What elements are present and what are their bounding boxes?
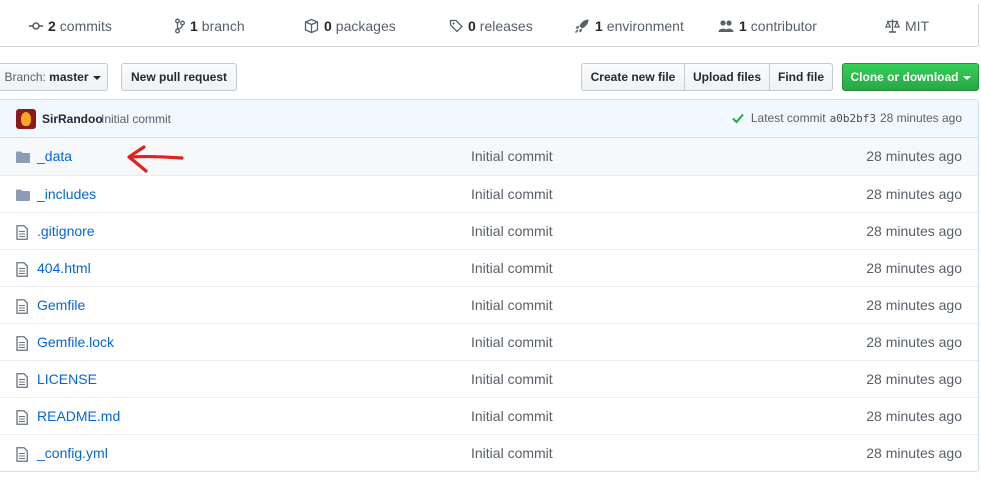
file-name-link[interactable]: Gemfile.lock bbox=[37, 334, 114, 350]
file-commit-age: 28 minutes ago bbox=[866, 408, 962, 424]
file-list: _data Initial commit 28 minutes ago _includ… bbox=[0, 138, 978, 471]
file-row[interactable]: 404.html Initial commit 28 minutes ago bbox=[0, 249, 978, 286]
latest-commit-prefix: Latest commit bbox=[750, 111, 826, 125]
file-commit-message-link[interactable]: Initial commit bbox=[471, 371, 553, 387]
contributors-link[interactable]: 1 contributor bbox=[718, 4, 817, 47]
file-name-link[interactable]: .gitignore bbox=[37, 223, 95, 239]
file-commit-age: 28 minutes ago bbox=[866, 223, 962, 239]
file-commit-message-link[interactable]: Initial commit bbox=[471, 408, 553, 424]
file-row[interactable]: Gemfile.lock Initial commit 28 minutes ago bbox=[0, 323, 978, 360]
branches-label: branch bbox=[201, 17, 245, 34]
file-commit-message-link[interactable]: Initial commit bbox=[471, 186, 553, 202]
file-commit-age: 28 minutes ago bbox=[866, 297, 962, 313]
file-commit-message-link[interactable]: Initial commit bbox=[471, 148, 553, 164]
annotation-arrow-icon bbox=[127, 145, 184, 173]
file-icon bbox=[16, 410, 28, 428]
tag-icon bbox=[449, 19, 463, 32]
branch-name: master bbox=[49, 70, 89, 84]
file-name-link[interactable]: 404.html bbox=[37, 260, 91, 276]
packages-label: packages bbox=[335, 17, 396, 34]
environments-label: environment bbox=[606, 17, 684, 34]
branches-count: 1 bbox=[190, 17, 198, 34]
file-commit-age: 28 minutes ago bbox=[866, 445, 962, 461]
file-name-link[interactable]: LICENSE bbox=[37, 371, 97, 387]
packages-count: 0 bbox=[324, 17, 332, 34]
upload-files-button[interactable]: Upload files bbox=[685, 63, 770, 91]
file-commit-message-link[interactable]: Initial commit bbox=[471, 260, 553, 276]
file-row[interactable]: Gemfile Initial commit 28 minutes ago bbox=[0, 286, 978, 323]
environments-count: 1 bbox=[595, 17, 603, 34]
folder-icon bbox=[16, 188, 30, 204]
repo-summary-bar: 2 commits 1 branch 0 packages 0 releases… bbox=[0, 4, 979, 47]
file-commit-message-link[interactable]: Initial commit bbox=[471, 334, 553, 350]
rocket-icon bbox=[575, 19, 589, 33]
package-icon bbox=[304, 18, 319, 33]
new-pull-request-button[interactable]: New pull request bbox=[121, 63, 237, 91]
file-icon bbox=[16, 262, 28, 280]
file-commit-age: 28 minutes ago bbox=[866, 148, 962, 164]
clone-or-download-button[interactable]: Clone or download bbox=[842, 63, 979, 91]
branch-select-button[interactable]: Branch: master bbox=[0, 63, 108, 91]
latest-commit-bar: SirRandoo Initial commit Latest commit a… bbox=[0, 100, 978, 138]
people-icon bbox=[718, 19, 734, 32]
commits-count: 2 bbox=[48, 17, 56, 34]
clone-or-download-label: Clone or download bbox=[850, 70, 959, 84]
caret-down-icon bbox=[92, 76, 101, 80]
file-row[interactable]: LICENSE Initial commit 28 minutes ago bbox=[0, 360, 978, 397]
license-link[interactable]: MIT bbox=[885, 4, 929, 47]
file-name-link[interactable]: _config.yml bbox=[37, 445, 108, 461]
file-commit-age: 28 minutes ago bbox=[866, 186, 962, 202]
file-name-link[interactable]: README.md bbox=[37, 408, 120, 424]
law-icon bbox=[885, 19, 900, 33]
caret-down-icon bbox=[962, 76, 971, 80]
commits-link[interactable]: 2 commits bbox=[29, 4, 112, 47]
commit-icon bbox=[29, 21, 43, 30]
commit-author-link[interactable]: SirRandoo bbox=[42, 112, 103, 126]
commit-sha-link[interactable]: a0b2bf3 bbox=[830, 112, 876, 125]
folder-icon bbox=[16, 150, 30, 166]
file-row[interactable]: _includes Initial commit 28 minutes ago bbox=[0, 175, 978, 212]
branch-icon bbox=[175, 18, 185, 33]
branches-link[interactable]: 1 branch bbox=[175, 4, 245, 47]
file-name-link[interactable]: Gemfile bbox=[37, 297, 85, 313]
file-icon bbox=[16, 225, 28, 243]
contributors-label: contributor bbox=[750, 17, 817, 34]
file-row[interactable]: _config.yml Initial commit 28 minutes ago bbox=[0, 434, 978, 471]
file-icon bbox=[16, 299, 28, 317]
file-icon bbox=[16, 373, 28, 391]
latest-commit-age: 28 minutes ago bbox=[879, 111, 962, 125]
file-commit-age: 28 minutes ago bbox=[866, 334, 962, 350]
commit-message-link[interactable]: Initial commit bbox=[101, 112, 171, 126]
file-commit-message-link[interactable]: Initial commit bbox=[471, 297, 553, 313]
branch-prefix: Branch: bbox=[4, 70, 46, 84]
create-new-file-button[interactable]: Create new file bbox=[581, 63, 685, 91]
file-commit-message-link[interactable]: Initial commit bbox=[471, 223, 553, 239]
file-icon bbox=[16, 447, 28, 465]
releases-count: 0 bbox=[468, 17, 476, 34]
avatar[interactable] bbox=[16, 109, 36, 129]
check-icon[interactable] bbox=[732, 112, 744, 124]
environments-link[interactable]: 1 environment bbox=[574, 4, 684, 47]
file-name-link[interactable]: _data bbox=[37, 148, 72, 164]
file-icon bbox=[16, 336, 28, 354]
contributors-count: 1 bbox=[739, 17, 747, 34]
file-commit-age: 28 minutes ago bbox=[866, 371, 962, 387]
file-name-link[interactable]: _includes bbox=[37, 186, 96, 202]
license-label: MIT bbox=[905, 17, 930, 34]
commits-label: commits bbox=[59, 17, 112, 34]
latest-commit-info: Latest commit a0b2bf3 28 minutes ago bbox=[732, 111, 962, 125]
releases-link[interactable]: 0 releases bbox=[449, 4, 533, 47]
packages-link[interactable]: 0 packages bbox=[304, 4, 396, 47]
file-row[interactable]: README.md Initial commit 28 minutes ago bbox=[0, 397, 978, 434]
file-commit-age: 28 minutes ago bbox=[866, 260, 962, 276]
find-file-button[interactable]: Find file bbox=[770, 63, 833, 91]
releases-label: releases bbox=[479, 17, 533, 34]
file-commit-message-link[interactable]: Initial commit bbox=[471, 445, 553, 461]
file-row[interactable]: .gitignore Initial commit 28 minutes ago bbox=[0, 212, 978, 249]
